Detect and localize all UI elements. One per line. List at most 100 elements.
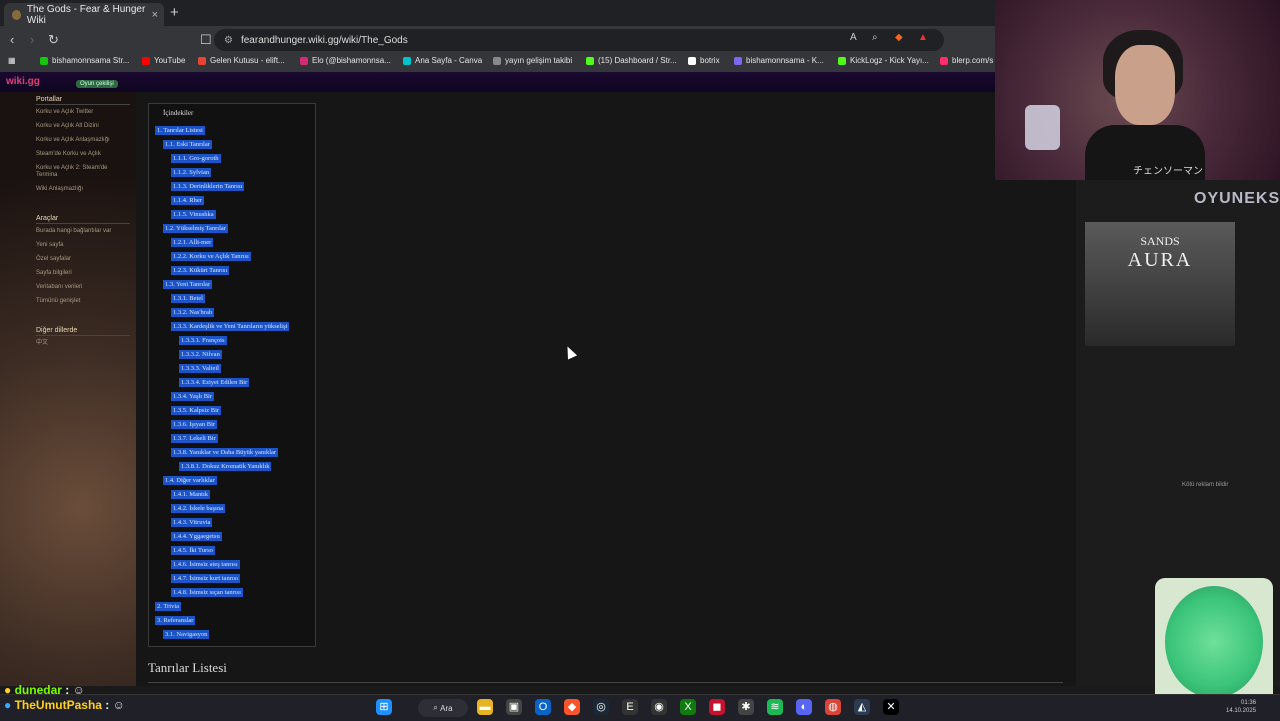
url-bar[interactable]: ⚙ fearandhunger.wiki.gg/wiki/The_Gods (214, 29, 944, 51)
toc-item[interactable]: 1.3.8. Yanıklar ve Daha Büyük yanıklar (171, 448, 279, 457)
sidebar-link[interactable]: Korku ve Açlık Twitter (36, 109, 130, 116)
taskbar-search[interactable]: ⌕ Ara (418, 699, 468, 717)
toc-item[interactable]: 1.3.3.3. Valteil (179, 364, 221, 373)
sidebar-link[interactable]: Korku ve Açlık Anlaşmazlığı (36, 137, 130, 144)
toc-item[interactable]: 3.1. Navigasyon (163, 630, 210, 639)
bookmark-icon[interactable]: ☐ (200, 32, 212, 48)
site-info-icon[interactable]: ⚙ (224, 35, 233, 46)
sidebar-link[interactable]: Wiki Anlaşmazlığı (36, 186, 130, 193)
toc-item[interactable]: 1.3.1. Betel (171, 294, 205, 303)
toc-item[interactable]: 1.4.5. İki Turso (171, 546, 215, 555)
obs-icon[interactable]: ◉ (651, 699, 667, 715)
bookmark-item[interactable]: yayın gelişim takibi (493, 56, 572, 65)
sidebar-link[interactable]: 中文 (36, 340, 130, 347)
toc-item[interactable]: 1.3.4. Yaşlı Bir (171, 392, 215, 401)
toc-item-label: Valteil (202, 365, 219, 372)
chrome-icon[interactable]: ◍ (825, 699, 841, 715)
toc-item[interactable]: 2. Trivia (155, 602, 182, 611)
translate-icon[interactable]: A (850, 32, 857, 43)
ad-banner[interactable]: SANDS AURA (1085, 222, 1235, 346)
windows-start-icon[interactable]: ⊞ (376, 699, 392, 715)
system-clock[interactable]: 01:36 14.10.2025 (1226, 699, 1256, 715)
browser-tab[interactable]: The Gods - Fear & Hunger Wiki × (4, 3, 164, 26)
outlook-icon[interactable]: O (535, 699, 551, 715)
toc-item[interactable]: 1.4.7. İsimsiz kurt tanrısı (171, 574, 240, 583)
toc-item[interactable]: 1.3.3. Kardeşlik ve Yeni Tanrıların yüks… (171, 322, 290, 331)
bookmark-item[interactable]: Ana Sayfa - Canva (403, 56, 482, 65)
toc-item[interactable]: 1.3.5. Kalpsiz Bir (171, 406, 222, 415)
toc-item[interactable]: 1.2.2. Korku ve Açlık Tanrısı (171, 252, 251, 261)
new-tab-button[interactable]: + (170, 4, 179, 21)
sidebar-link[interactable]: Veritabanı verileri (36, 284, 130, 291)
toc-item[interactable]: 1.2.1. Allt-mer (171, 238, 214, 247)
toc-item[interactable]: 1.3.3.4. Eziyet Edilen Bir (179, 378, 250, 387)
bookmark-item[interactable]: Gelen Kutusu - elift... (198, 56, 285, 65)
chatgpt-icon[interactable]: ✱ (738, 699, 754, 715)
wiki-logo[interactable]: wiki.gg (6, 76, 40, 87)
zoom-icon[interactable]: ⌕ (872, 32, 878, 43)
bookmark-item[interactable]: bishamonnsama - K... (734, 56, 824, 65)
toc-item[interactable]: 1.4.2. İskele başına (171, 504, 226, 513)
davinci-icon[interactable]: ◭ (854, 699, 870, 715)
sidebar-link[interactable]: Tümünü genişlet (36, 298, 130, 305)
discord-icon[interactable]: ◐ (796, 699, 812, 715)
bookmark-item[interactable]: YouTube (142, 56, 185, 65)
store-icon[interactable]: ▣ (506, 699, 522, 715)
toc-item[interactable]: 1.3.2. Nas'hrah (171, 308, 215, 317)
toc-item[interactable]: 1.3. Yeni Tanrılar (163, 280, 213, 289)
toc-item[interactable]: 1.1. Eski Tanrılar (163, 140, 212, 149)
toc-item[interactable]: 1.1.4. Rher (171, 196, 204, 205)
sidebar-link[interactable]: Korku ve Açlık 2: Steam'de Termina (36, 165, 130, 179)
brave-shield-icon[interactable]: ◆ (895, 32, 903, 43)
bookmark-item[interactable]: Elo (@bishamonnsa... (300, 56, 391, 65)
toc-item[interactable]: 1.2. Yükselmiş Tanrılar (163, 224, 228, 233)
sidebar-link[interactable]: Korku ve Açlık Alt Dizini (36, 123, 130, 130)
bookmark-item[interactable]: (15) Dashboard / Str... (586, 56, 677, 65)
giveaway-badge[interactable]: Oyun çekilişi (76, 80, 118, 88)
steam-icon[interactable]: ◎ (593, 699, 609, 715)
report-ad-link[interactable]: Kötü reklam bildir (1182, 482, 1228, 488)
sidebar-link[interactable]: Steam'de Korku ve Açlık (36, 151, 130, 158)
sidebar-link[interactable]: Burada hangi bağlantılar var (36, 228, 130, 235)
toc-item[interactable]: 1.1.2. Sylvian (171, 168, 212, 177)
toc-item[interactable]: 1.4.8. İsimsiz sıçan tanrısı (171, 588, 243, 597)
spotify-icon[interactable]: ≋ (767, 699, 783, 715)
file-explorer-icon[interactable]: ▬ (477, 699, 493, 715)
toc-item[interactable]: 1.3.3.1. François (179, 336, 227, 345)
brave-icon[interactable]: ◆ (564, 699, 580, 715)
toc-item[interactable]: 1.1.1. Gro-goroth (171, 154, 221, 163)
reload-icon[interactable]: ↻ (48, 32, 59, 48)
toc-item[interactable]: 1.1.5. Vinushka (171, 210, 216, 219)
bookmark-item[interactable]: KickLogz - Kick Yayı... (838, 56, 929, 65)
sidebar-link[interactable]: Özel sayfalar (36, 256, 130, 263)
epic-games-icon[interactable]: E (622, 699, 638, 715)
toc-item[interactable]: 1.3.7. Lekeli Bir (171, 434, 218, 443)
sidebar-link[interactable]: Sayfa bilgileri (36, 270, 130, 277)
xbox-icon[interactable]: X (680, 699, 696, 715)
toc-item[interactable]: 1.4.4. Yggaegetsu (171, 532, 222, 541)
toc-item[interactable]: 3. Referanslar (155, 616, 196, 625)
toc-item[interactable]: 1.4.6. İsimsiz ateş tanrısı (171, 560, 240, 569)
toc-item-number: 1.3.6. (173, 421, 188, 428)
toc-item[interactable]: 1.4. Diğer varlıklar (163, 476, 217, 485)
apps-icon[interactable]: ▦ (8, 56, 16, 65)
toc-item[interactable]: 1.3.6. Işıyan Bir (171, 420, 218, 429)
back-icon[interactable]: ‹ (10, 32, 14, 47)
sidebar-link[interactable]: Yeni sayfa (36, 242, 130, 249)
lamp-decoration (1025, 105, 1060, 150)
app-icon[interactable]: ◼ (709, 699, 725, 715)
close-tab-icon[interactable]: × (152, 9, 158, 21)
rewards-icon[interactable]: ▲ (918, 32, 928, 43)
forward-icon[interactable]: › (30, 32, 34, 47)
toc-item[interactable]: 1.3.3.2. Nilvan (179, 350, 222, 359)
bookmark-item[interactable]: botrix (688, 56, 720, 65)
bookmark-item[interactable]: blerp.com/s (940, 56, 993, 65)
toc-item[interactable]: 1.1.3. Derinliklerin Tanrısı (171, 182, 245, 191)
toc-item[interactable]: 1.4.1. Mantık (171, 490, 211, 499)
toc-item[interactable]: 1.4.3. Vitruvia (171, 518, 213, 527)
capcut-icon[interactable]: ✕ (883, 699, 899, 715)
toc-item[interactable]: 1.2.3. Kükürt Tanrısı (171, 266, 230, 275)
bookmark-item[interactable]: bishamonnsama Str... (40, 56, 129, 65)
toc-item[interactable]: 1.3.8.1. Dokuz Kromatik Yanıklık (179, 462, 272, 471)
toc-item[interactable]: 1. Tanrılar Listesi (155, 126, 205, 135)
